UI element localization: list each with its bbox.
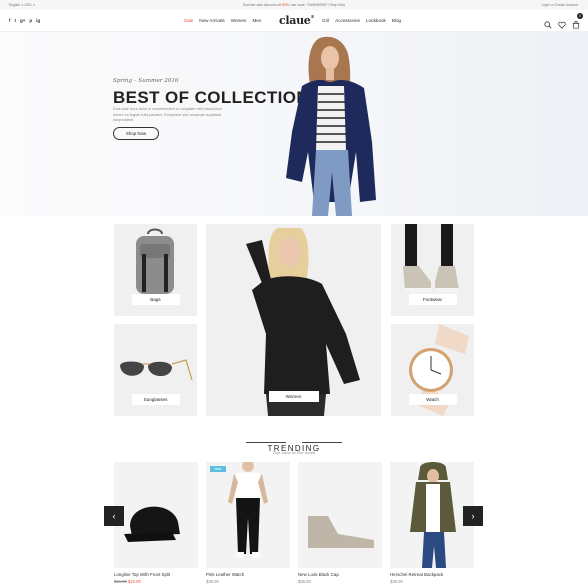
product-card[interactable] bbox=[390, 462, 474, 568]
logo-registered-mark: ® bbox=[310, 14, 315, 19]
heart-icon[interactable] bbox=[558, 21, 566, 29]
nav-item-women[interactable]: Women bbox=[231, 18, 247, 23]
product-name[interactable]: New Look Black Cap bbox=[298, 572, 339, 577]
trending-subtitle: Top view in the week bbox=[272, 450, 316, 455]
cart-count-badge: 0 bbox=[577, 13, 583, 19]
hero-subtitle: Spring – Summer 2016 bbox=[113, 78, 179, 84]
hero-description: Duis aute irure dolor in reprehenderit i… bbox=[113, 107, 222, 122]
nav-item-girl[interactable]: Girl bbox=[322, 18, 329, 23]
nav-item-men[interactable]: Men bbox=[252, 18, 261, 23]
category-tile-watch[interactable]: Watch bbox=[391, 324, 474, 416]
main-nav-right: Girl Accessories Lookbook Blog bbox=[322, 18, 401, 23]
women-model-image bbox=[246, 228, 360, 416]
product-card[interactable]: New bbox=[206, 462, 290, 568]
category-label-watch: Watch bbox=[408, 394, 457, 405]
instagram-icon[interactable]: ig bbox=[36, 18, 40, 23]
hero-model-image bbox=[286, 36, 376, 216]
category-label-women: Women bbox=[268, 391, 319, 402]
hero-banner: Spring – Summer 2016 BEST OF COLLECTION!… bbox=[0, 32, 588, 216]
shop-now-button[interactable]: Shop Now bbox=[113, 127, 159, 140]
product-price: $35.00 bbox=[298, 579, 311, 584]
google-plus-icon[interactable]: g+ bbox=[20, 18, 25, 23]
nav-item-accessories[interactable]: Accessories bbox=[335, 18, 360, 23]
top-bar: English ∨ USD ∨ Summer sale discount off… bbox=[0, 0, 588, 10]
promo-message: Summer sale discount off 50%! use code: … bbox=[0, 3, 588, 7]
site-logo[interactable]: claue® bbox=[279, 14, 314, 27]
social-links: f t g+ p ig bbox=[9, 18, 40, 23]
nav-item-blog[interactable]: Blog bbox=[392, 18, 401, 23]
search-icon[interactable] bbox=[544, 21, 552, 29]
product-sale-price: $10.00 bbox=[127, 579, 141, 584]
nav-item-sale[interactable]: Sale bbox=[184, 18, 193, 23]
nav-item-new-arrivals[interactable]: New Arrivals bbox=[199, 18, 225, 23]
category-tile-sunglasses[interactable]: Sunglasses bbox=[114, 324, 197, 416]
product-card[interactable] bbox=[298, 462, 382, 568]
product-image-parka-model bbox=[410, 462, 456, 568]
product-price: $35.00 bbox=[390, 579, 403, 584]
facebook-icon[interactable]: f bbox=[9, 18, 11, 23]
category-label-sunglasses: Sunglasses bbox=[131, 394, 180, 405]
product-name[interactable]: Pink Leather Watch bbox=[206, 572, 244, 577]
carousel-prev-button[interactable]: ‹ bbox=[104, 506, 124, 526]
product-name[interactable]: Longline Top With Front Split bbox=[114, 572, 170, 577]
cart-icon bbox=[572, 21, 580, 29]
category-tile-footwear[interactable]: Footwear bbox=[391, 224, 474, 316]
login-create-account-link[interactable]: Login or Create Account bbox=[542, 3, 578, 7]
site-header: f t g+ p ig Sale New Arrivals Women Men … bbox=[0, 10, 588, 32]
carousel-next-button[interactable]: › bbox=[463, 506, 483, 526]
nav-item-lookbook[interactable]: Lookbook bbox=[366, 18, 386, 23]
product-image-cap bbox=[124, 506, 180, 542]
pinterest-icon[interactable]: p bbox=[29, 18, 32, 23]
product-price: $35.00 bbox=[206, 579, 219, 584]
main-nav-left: Sale New Arrivals Women Men bbox=[184, 18, 261, 23]
twitter-icon[interactable]: t bbox=[15, 18, 17, 23]
category-tile-women[interactable]: Women bbox=[206, 224, 381, 416]
product-image-model bbox=[228, 462, 268, 558]
promo-text-before: Summer sale discount off bbox=[242, 3, 283, 7]
promo-text-after[interactable]: ! use code: "SUMMER50"! Shop Now bbox=[289, 3, 345, 7]
product-card[interactable] bbox=[114, 462, 198, 568]
category-tile-bags[interactable]: Bags bbox=[114, 224, 197, 316]
category-label-bags: Bags bbox=[131, 294, 180, 305]
product-image-shoe bbox=[306, 516, 376, 554]
product-price: $16.00 $10.00 bbox=[114, 579, 141, 584]
product-name[interactable]: Herschel Retreat Backpack bbox=[390, 572, 443, 577]
product-old-price: $16.00 bbox=[114, 579, 127, 584]
promo-highlight: 50% bbox=[282, 3, 289, 7]
logo-text: claue bbox=[279, 14, 311, 27]
new-badge: New bbox=[210, 466, 226, 472]
category-label-footwear: Footwear bbox=[408, 294, 457, 305]
